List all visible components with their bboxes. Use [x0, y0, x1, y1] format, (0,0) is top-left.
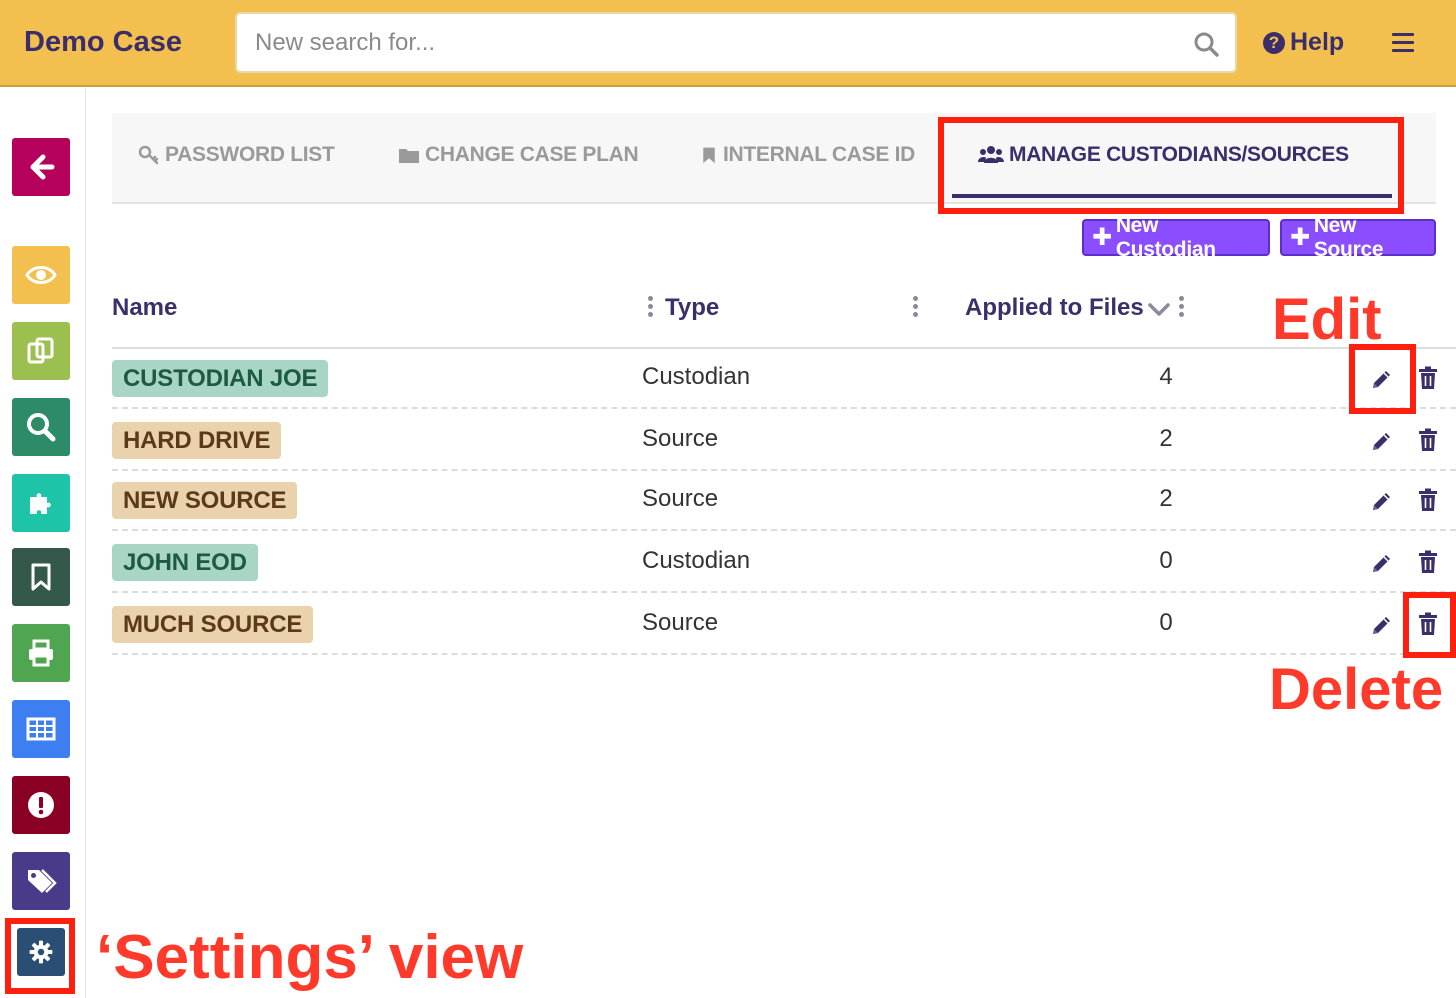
search-box[interactable] — [235, 12, 1237, 73]
plus-icon: ✚ — [1290, 223, 1310, 251]
copies-button[interactable] — [12, 322, 70, 380]
type-cell: Custodian — [642, 547, 751, 574]
table-icon — [26, 717, 56, 741]
trash-icon[interactable] — [1418, 366, 1438, 390]
pencil-icon[interactable] — [1370, 551, 1394, 575]
key-icon — [138, 145, 159, 165]
tab-label: CHANGE CASE PLAN — [425, 143, 639, 166]
column-menu-icon[interactable] — [648, 296, 654, 318]
puzzle-icon — [30, 493, 51, 514]
tab-label: INTERNAL CASE ID — [723, 143, 915, 166]
pencil-icon[interactable] — [1370, 429, 1394, 453]
hamburger-menu-icon[interactable] — [1392, 33, 1414, 53]
search-button[interactable] — [12, 398, 70, 456]
delete-annotation: Delete — [1269, 657, 1444, 722]
name-chip[interactable]: NEW SOURCE — [112, 482, 298, 519]
copy-icon — [27, 337, 54, 364]
sort-descending-icon[interactable] — [1148, 302, 1170, 318]
print-button[interactable] — [12, 624, 70, 682]
type-cell: Source — [642, 485, 719, 512]
case-title[interactable]: Demo Case — [24, 26, 182, 59]
table-row: HARD DRIVE Source 2 — [112, 411, 1456, 471]
eye-icon — [25, 266, 57, 284]
tags-icon — [28, 869, 57, 893]
column-menu-icon[interactable] — [1179, 296, 1185, 318]
type-cell: Custodian — [642, 363, 751, 390]
tab-change-case-plan[interactable]: CHANGE CASE PLAN — [398, 143, 639, 167]
sidebar — [0, 89, 86, 998]
settings-view-annotation: ‘Settings’ view — [96, 923, 524, 992]
top-bar: Demo Case ? Help — [0, 0, 1456, 87]
trash-icon[interactable] — [1418, 428, 1438, 452]
trash-icon[interactable] — [1418, 488, 1438, 512]
name-chip[interactable]: HARD DRIVE — [112, 422, 282, 459]
new-custodian-button[interactable]: ✚ New Custodian — [1082, 214, 1270, 261]
highlight-settings-button — [5, 918, 75, 994]
files-count-cell: 2 — [1159, 425, 1173, 452]
help-link[interactable]: ? Help — [1263, 28, 1344, 57]
search-icon — [27, 413, 56, 442]
back-button[interactable] — [12, 138, 70, 196]
question-circle-icon: ? — [1263, 31, 1285, 54]
alerts-button[interactable] — [12, 776, 70, 834]
exclamation-icon — [28, 792, 54, 818]
help-label: Help — [1290, 28, 1345, 56]
files-count-cell: 0 — [1159, 609, 1173, 636]
files-count-cell: 4 — [1159, 363, 1173, 390]
tab-label: PASSWORD LIST — [165, 143, 335, 166]
search-icon[interactable] — [1193, 31, 1219, 57]
print-icon — [29, 639, 53, 667]
highlight-edit-button — [1349, 344, 1416, 414]
bookmark-icon — [703, 147, 715, 164]
tags-button[interactable] — [12, 852, 70, 910]
column-header-applied-to-files[interactable]: Applied to Files — [965, 294, 1144, 322]
trash-icon[interactable] — [1418, 550, 1438, 574]
table-row: CUSTODIAN JOE Custodian 4 — [112, 349, 1456, 409]
name-chip[interactable]: MUCH SOURCE — [112, 606, 314, 643]
files-count-cell: 2 — [1159, 485, 1173, 512]
name-chip[interactable]: CUSTODIAN JOE — [112, 360, 329, 397]
table-row: JOHN EOD Custodian 0 — [112, 533, 1456, 593]
pencil-icon[interactable] — [1370, 613, 1394, 637]
table-row: MUCH SOURCE Source 0 — [112, 595, 1456, 655]
type-cell: Source — [642, 609, 719, 636]
arrow-left-icon — [30, 154, 55, 180]
plus-icon: ✚ — [1092, 223, 1112, 251]
type-cell: Source — [642, 425, 719, 452]
highlight-manage-tab — [938, 117, 1404, 214]
column-menu-icon[interactable] — [913, 296, 919, 318]
new-custodian-label: New Custodian — [1115, 213, 1216, 261]
view-button[interactable] — [12, 246, 70, 304]
files-count-cell: 0 — [1159, 547, 1173, 574]
new-source-button[interactable]: ✚ New Source — [1280, 214, 1436, 261]
column-header-name[interactable]: Name — [112, 294, 177, 322]
table-button[interactable] — [12, 700, 70, 758]
new-source-label: New Source — [1313, 213, 1384, 261]
pencil-icon[interactable] — [1370, 489, 1394, 513]
bookmark-icon — [31, 563, 51, 591]
highlight-delete-button — [1403, 592, 1456, 658]
folder-icon — [399, 149, 419, 163]
tab-internal-case-id[interactable]: INTERNAL CASE ID — [700, 143, 915, 167]
table-row: NEW SOURCE Source 2 — [112, 471, 1456, 531]
plugins-button[interactable] — [12, 474, 70, 532]
bookmarks-button[interactable] — [12, 548, 70, 606]
search-input[interactable] — [255, 28, 1155, 58]
edit-annotation: Edit — [1272, 287, 1382, 352]
tab-password-list[interactable]: PASSWORD LIST — [138, 143, 335, 167]
column-header-type[interactable]: Type — [665, 294, 719, 322]
name-chip[interactable]: JOHN EOD — [112, 544, 258, 581]
